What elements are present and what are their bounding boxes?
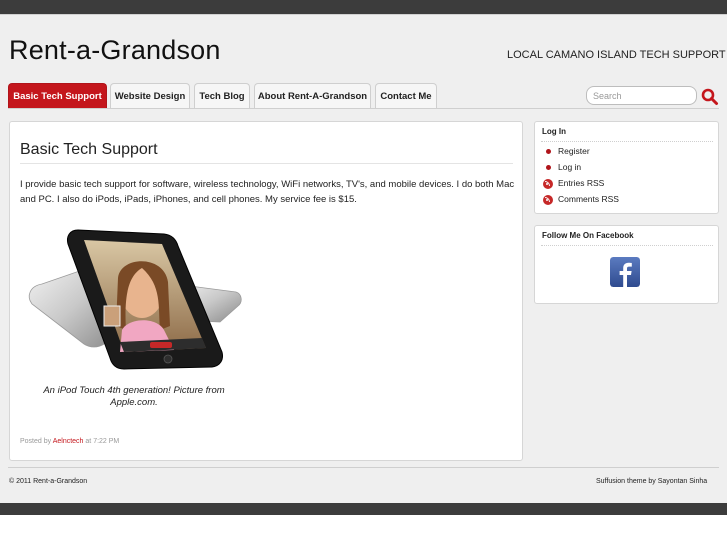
post-container: Basic Tech Support I provide basic tech … bbox=[9, 121, 523, 461]
tab-contact-me[interactable]: Contact Me bbox=[375, 83, 437, 108]
login-widget: Log In Register Log in Entries RSS Comme… bbox=[534, 121, 719, 214]
tab-tech-blog[interactable]: Tech Blog bbox=[194, 83, 250, 108]
footer-credit[interactable]: Suffusion theme by Sayontan Sinha bbox=[596, 478, 707, 485]
facebook-icon[interactable] bbox=[610, 257, 640, 287]
site-description: LOCAL CAMANO ISLAND TECH SUPPORT bbox=[507, 49, 726, 61]
top-frame-bar bbox=[0, 0, 727, 14]
widget-title-divider bbox=[541, 245, 713, 246]
sidebar-item-entries-rss: Entries RSS bbox=[543, 177, 604, 189]
footer-divider bbox=[8, 467, 719, 468]
login-widget-title: Log In bbox=[542, 127, 566, 136]
post-meta-prefix: Posted by bbox=[20, 438, 52, 445]
post-meta-time: at 7:22 PM bbox=[85, 438, 120, 445]
entries-rss-link[interactable]: Entries RSS bbox=[558, 178, 604, 188]
nav-divider bbox=[8, 108, 719, 109]
ipod-touch-image bbox=[28, 229, 242, 370]
post-title[interactable]: Basic Tech Support bbox=[20, 141, 158, 159]
site-title[interactable]: Rent-a-Grandson bbox=[9, 35, 221, 66]
sidebar-item-login: Log in bbox=[543, 161, 581, 173]
tab-website-design[interactable]: Website Design bbox=[110, 83, 190, 108]
facebook-widget: Follow Me On Facebook bbox=[534, 225, 719, 304]
post-title-divider bbox=[20, 163, 513, 164]
image-caption: An iPod Touch 4th generation! Picture fr… bbox=[43, 385, 225, 408]
post-author-link[interactable]: Aelnctech bbox=[53, 438, 84, 445]
widget-title-divider bbox=[541, 141, 713, 142]
post-meta: Posted by Aelnctech at 7:22 PM bbox=[20, 438, 119, 445]
search-input[interactable] bbox=[586, 86, 697, 105]
login-link[interactable]: Log in bbox=[558, 162, 581, 172]
footer-copyright: © 2011 Rent-a-Grandson bbox=[9, 478, 88, 485]
page-wrapper: Rent-a-Grandson LOCAL CAMANO ISLAND TECH… bbox=[0, 14, 727, 504]
bullet-icon bbox=[546, 164, 551, 170]
rss-icon bbox=[543, 178, 553, 189]
tab-basic-tech-support[interactable]: Basic Tech Support bbox=[8, 83, 107, 108]
rss-icon bbox=[543, 194, 553, 205]
facebook-widget-title: Follow Me On Facebook bbox=[542, 231, 634, 240]
register-link[interactable]: Register bbox=[558, 146, 590, 156]
sidebar-item-register: Register bbox=[543, 145, 590, 157]
comments-rss-link[interactable]: Comments RSS bbox=[558, 194, 619, 204]
search-icon[interactable] bbox=[700, 87, 720, 107]
bottom-frame-bar bbox=[0, 503, 727, 515]
post-body-text: I provide basic tech support for softwar… bbox=[20, 179, 515, 205]
tab-about-rent-a-grandson[interactable]: About Rent-A-Grandson bbox=[254, 83, 371, 108]
bullet-icon bbox=[546, 148, 551, 154]
sidebar-item-comments-rss: Comments RSS bbox=[543, 193, 619, 205]
